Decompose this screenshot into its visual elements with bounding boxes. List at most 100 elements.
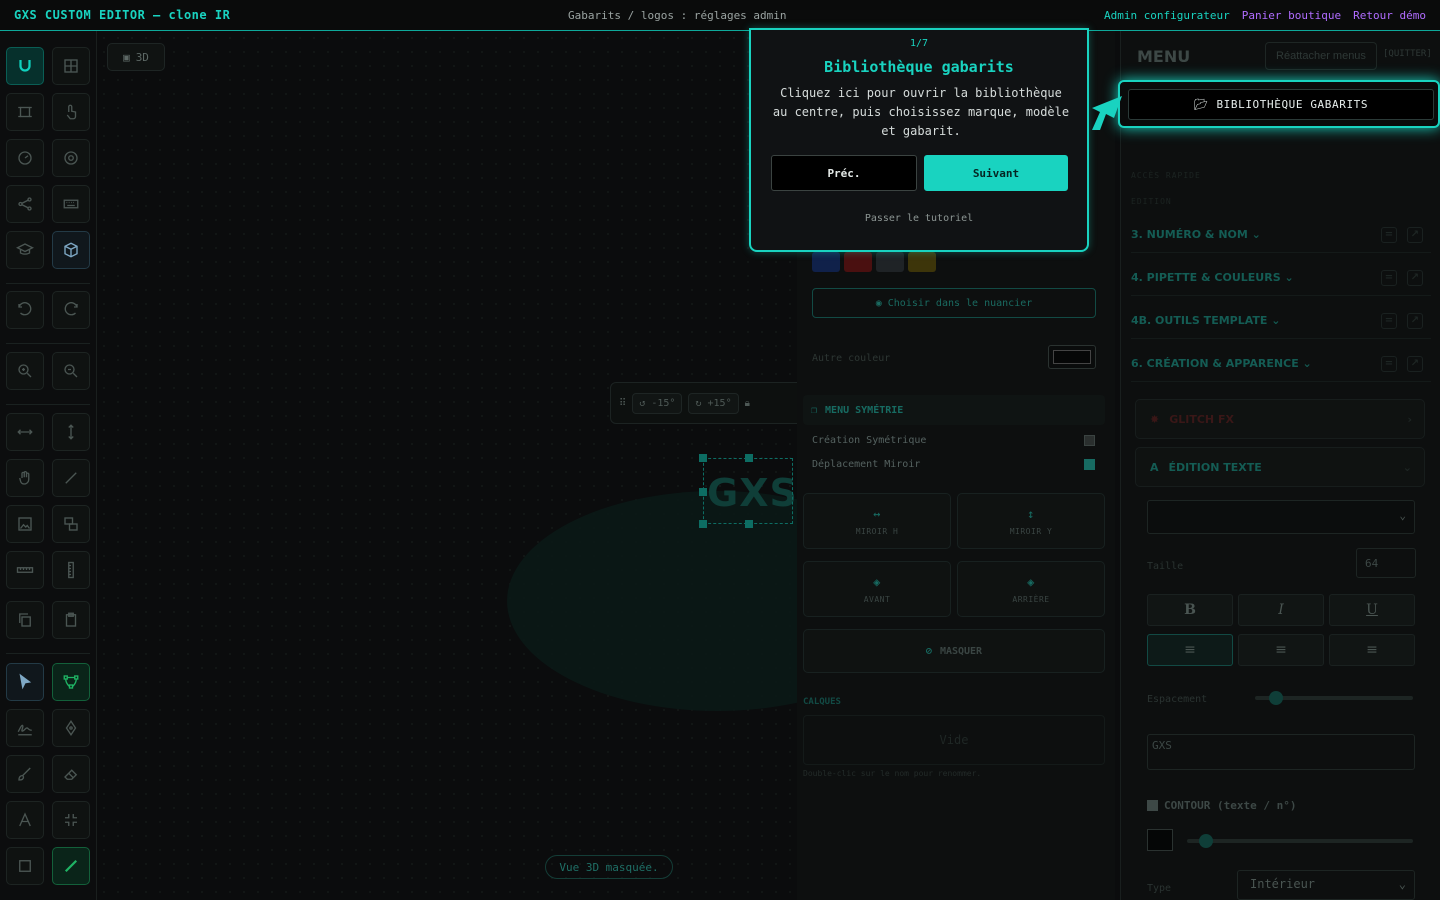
redo-icon[interactable] bbox=[52, 291, 90, 329]
resize-handle[interactable] bbox=[699, 520, 707, 528]
graduation-cap-icon[interactable] bbox=[6, 231, 44, 269]
italic-button[interactable]: I bbox=[1238, 594, 1324, 626]
hand-pointer-icon[interactable] bbox=[52, 93, 90, 131]
ruler-horizontal-icon[interactable] bbox=[6, 551, 44, 589]
deplacement-miroir-checkbox[interactable] bbox=[1084, 459, 1095, 470]
bring-forward-button[interactable]: ◈ AVANT bbox=[803, 561, 951, 617]
taille-input[interactable]: 64 bbox=[1356, 548, 1416, 578]
bibliotheque-gabarits-button[interactable]: 📂︎ BIBLIOTHÈQUE GABARITS bbox=[1128, 89, 1434, 120]
font-select[interactable]: ⌄ bbox=[1147, 500, 1415, 534]
target-icon[interactable] bbox=[52, 139, 90, 177]
glitch-fx-section[interactable]: ✸ GLITCH FX › bbox=[1135, 399, 1425, 439]
contour-color[interactable] bbox=[1147, 829, 1173, 851]
view-3d-toggle[interactable]: ▣ 3D bbox=[107, 43, 165, 71]
color-swatch[interactable] bbox=[812, 252, 840, 272]
zoom-out-icon[interactable] bbox=[52, 352, 90, 390]
cube-3d-icon[interactable] bbox=[52, 231, 90, 269]
vue-3d-masquee-badge[interactable]: Vue 3D masquée. bbox=[545, 855, 673, 879]
retour-demo-link[interactable]: Retour démo bbox=[1353, 9, 1426, 22]
external-link-icon[interactable]: ↗ bbox=[1407, 226, 1423, 243]
grid-icon[interactable] bbox=[52, 47, 90, 85]
gauge-icon[interactable] bbox=[6, 139, 44, 177]
accordion-pipette-couleurs[interactable]: 4. PIPETTE & COULEURS ⌄ = ↗ bbox=[1131, 260, 1431, 296]
zoom-in-icon[interactable] bbox=[6, 352, 44, 390]
crop-icon[interactable] bbox=[6, 93, 44, 131]
equals-icon[interactable]: = bbox=[1381, 355, 1397, 372]
selection-box[interactable] bbox=[703, 458, 793, 524]
line-tool-icon[interactable] bbox=[52, 847, 90, 885]
edition-texte-section[interactable]: A ÉDITION TEXTE ⌄ bbox=[1135, 447, 1425, 487]
panier-boutique-link[interactable]: Panier boutique bbox=[1242, 9, 1341, 22]
equals-icon[interactable]: = bbox=[1381, 312, 1397, 329]
resize-handle[interactable] bbox=[699, 488, 707, 496]
hide-button[interactable]: ⊘ MASQUER bbox=[803, 629, 1105, 673]
equals-icon[interactable]: = bbox=[1381, 226, 1397, 243]
design-canvas[interactable]: ▣ 3D ⠿ ↺ -15° ↻ +15° 🔒︎ GXS Vue 3D masqu… bbox=[97, 31, 797, 900]
select-arrow-icon[interactable] bbox=[6, 663, 44, 701]
external-link-icon[interactable]: ↗ bbox=[1407, 355, 1423, 372]
external-link-icon[interactable]: ↗ bbox=[1407, 312, 1423, 329]
contour-toggle[interactable]: CONTOUR (texte / n°) bbox=[1147, 799, 1296, 812]
eraser-icon[interactable] bbox=[52, 755, 90, 793]
color-swatch[interactable] bbox=[876, 252, 904, 272]
tutorial-skip-link[interactable]: Passer le tutoriel bbox=[751, 213, 1087, 224]
reattach-menus-button[interactable]: Réattacher menus bbox=[1265, 42, 1377, 70]
accordion-outils-template[interactable]: 4B. OUTILS TEMPLATE ⌄ = ↗ bbox=[1131, 303, 1431, 339]
choose-swatch-button[interactable]: ◉ Choisir dans le nuancier bbox=[812, 288, 1096, 318]
text-tool-icon[interactable] bbox=[6, 801, 44, 839]
share-icon[interactable] bbox=[6, 185, 44, 223]
resize-vertical-icon[interactable] bbox=[52, 413, 90, 451]
resize-handle[interactable] bbox=[699, 454, 707, 462]
creation-symetrique-checkbox[interactable] bbox=[1084, 435, 1095, 446]
lock-icon[interactable]: 🔒︎ bbox=[745, 398, 750, 409]
ruler-vertical-icon[interactable] bbox=[52, 551, 90, 589]
pen-line-icon[interactable] bbox=[52, 459, 90, 497]
compress-icon[interactable] bbox=[52, 801, 90, 839]
tutorial-prev-button[interactable]: Préc. bbox=[771, 155, 917, 191]
bold-button[interactable]: B bbox=[1147, 594, 1233, 626]
accordion-creation-apparence[interactable]: 6. CRÉATION & APPARENCE ⌄ = ↗ bbox=[1131, 346, 1431, 382]
color-picker[interactable] bbox=[1048, 345, 1096, 369]
espacement-slider[interactable] bbox=[1255, 691, 1413, 705]
hand-icon[interactable] bbox=[6, 459, 44, 497]
resize-handle[interactable] bbox=[745, 520, 753, 528]
send-backward-button[interactable]: ◈ ARRIÈRE bbox=[957, 561, 1105, 617]
transform-icon[interactable] bbox=[52, 505, 90, 543]
color-swatch[interactable] bbox=[908, 252, 936, 272]
text-content-input[interactable]: GXS bbox=[1147, 734, 1415, 770]
accordion-numero-nom[interactable]: 3. NUMÉRO & NOM ⌄ = ↗ bbox=[1131, 217, 1431, 253]
external-link-icon[interactable]: ↗ bbox=[1407, 269, 1423, 286]
copy-icon[interactable] bbox=[6, 601, 44, 639]
drag-handle-icon[interactable]: ⠿ bbox=[619, 398, 626, 409]
magnet-icon[interactable] bbox=[6, 47, 44, 85]
symmetry-menu-header[interactable]: ❐ MENU SYMÉTRIE bbox=[803, 395, 1105, 425]
resize-handle[interactable] bbox=[745, 454, 753, 462]
underline-button[interactable]: U bbox=[1329, 594, 1415, 626]
type-select[interactable]: Intérieur ⌄ bbox=[1237, 870, 1415, 900]
align-center-button[interactable]: ≡ bbox=[1238, 634, 1324, 666]
image-frame-icon[interactable] bbox=[6, 505, 44, 543]
pen-nib-icon[interactable] bbox=[52, 709, 90, 747]
rotate-right-button[interactable]: ↻ +15° bbox=[688, 392, 739, 414]
slider-knob[interactable] bbox=[1199, 834, 1213, 848]
keyboard-icon[interactable] bbox=[52, 185, 90, 223]
mirror-v-button[interactable]: ↕ MIROIR Y bbox=[957, 493, 1105, 549]
rotate-left-button[interactable]: ↺ -15° bbox=[632, 392, 683, 414]
tutorial-next-button[interactable]: Suivant bbox=[924, 155, 1068, 191]
contour-slider[interactable] bbox=[1187, 834, 1413, 848]
paste-icon[interactable] bbox=[52, 601, 90, 639]
align-right-button[interactable]: ≡ bbox=[1329, 634, 1415, 666]
slider-knob[interactable] bbox=[1269, 691, 1283, 705]
mirror-h-button[interactable]: ↔ MIROIR H bbox=[803, 493, 951, 549]
quit-button[interactable]: [QUITTER] bbox=[1383, 49, 1432, 59]
resize-horizontal-icon[interactable] bbox=[6, 413, 44, 451]
undo-icon[interactable] bbox=[6, 291, 44, 329]
rectangle-icon[interactable] bbox=[6, 847, 44, 885]
equals-icon[interactable]: = bbox=[1381, 269, 1397, 286]
brush-icon[interactable] bbox=[6, 755, 44, 793]
bezier-nodes-icon[interactable] bbox=[52, 663, 90, 701]
align-left-button[interactable]: ≡ bbox=[1147, 634, 1233, 666]
color-swatch[interactable] bbox=[844, 252, 872, 272]
signature-icon[interactable] bbox=[6, 709, 44, 747]
admin-configurateur-link[interactable]: Admin configurateur bbox=[1104, 9, 1230, 22]
